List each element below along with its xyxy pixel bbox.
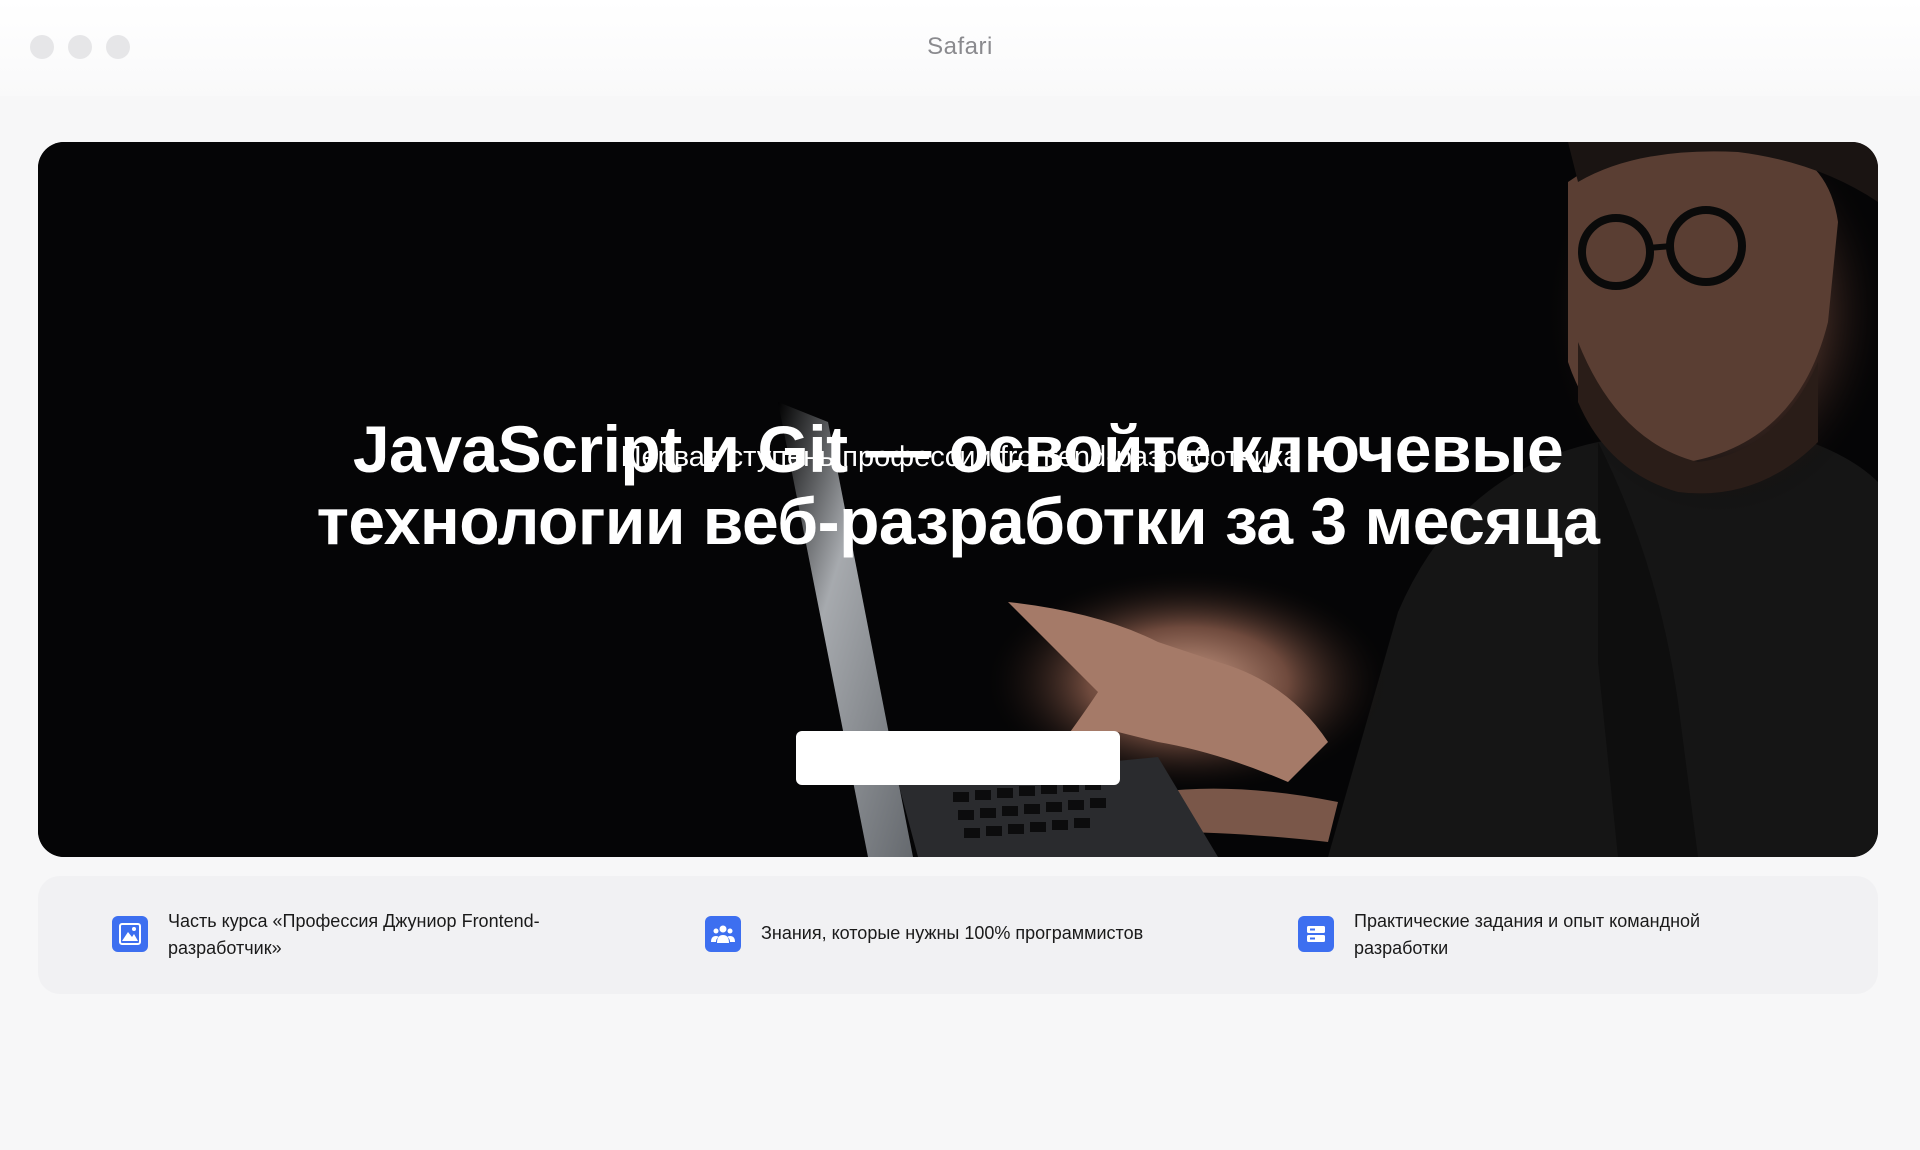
feature-item: Практические задания и опыт командной ра… xyxy=(1298,908,1774,962)
image-icon xyxy=(112,916,148,952)
hero-title-line-2: технологии веб-разработки за 3 месяца xyxy=(316,484,1600,558)
server-icon xyxy=(1298,916,1334,952)
feature-text: Часть курса «Профессия Джуниор Frontend-… xyxy=(168,911,540,958)
window-title: Safari xyxy=(927,33,993,60)
feature-text: Практические задания и опыт командной ра… xyxy=(1354,911,1701,958)
hero-title: JavaScript и Git — освойте ключевые техн… xyxy=(38,413,1878,557)
people-icon xyxy=(705,916,741,952)
enroll-button[interactable] xyxy=(796,731,1120,785)
features-bar: Часть курса «Профессия Джуниор Frontend-… xyxy=(38,876,1878,994)
feature-item: Часть курса «Профессия Джуниор Frontend-… xyxy=(112,908,588,962)
window-titlebar: Safari xyxy=(0,0,1920,96)
hero-subtitle: Первая ступень профессии frontend-разраб… xyxy=(620,441,1300,473)
feature-item: Знания, которые нужны 100% программистов xyxy=(705,916,1241,952)
feature-text: Знания, которые нужны 100% программистов xyxy=(761,923,1144,943)
